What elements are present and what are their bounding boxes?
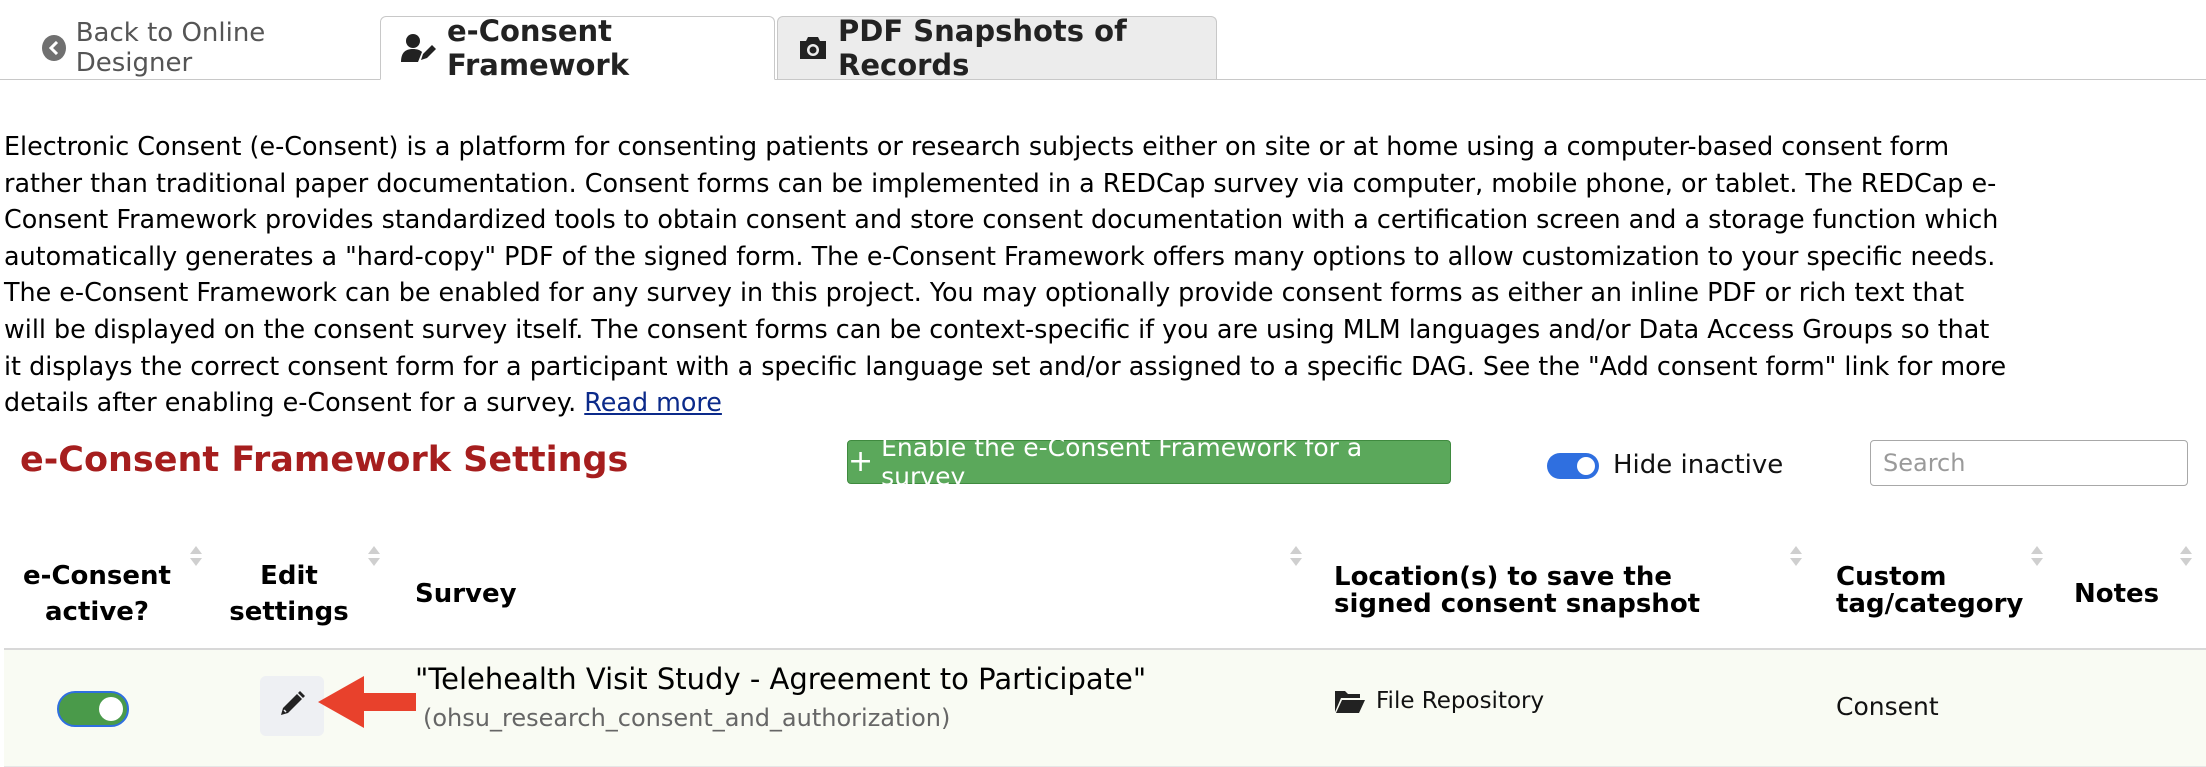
survey-title: "Telehealth Visit Study - Agreement to P… — [415, 662, 1147, 696]
edit-settings-button[interactable] — [260, 676, 324, 736]
pencil-icon — [278, 690, 306, 722]
col-header-survey[interactable]: Survey — [415, 576, 517, 612]
sort-icon[interactable] — [367, 544, 381, 570]
enable-econsent-button[interactable]: + Enable the e-Consent Framework for a s… — [847, 433, 1451, 491]
location-label: File Repository — [1376, 688, 1545, 714]
custom-tag: Consent — [1836, 692, 1939, 721]
toggle-knob — [1577, 457, 1595, 475]
sort-icon[interactable] — [2030, 544, 2044, 570]
plus-icon: + — [848, 444, 874, 479]
search-input[interactable] — [1870, 440, 2188, 486]
camera-icon — [798, 35, 828, 61]
col-header-edit[interactable]: Edit settings — [224, 558, 354, 630]
col-header-location[interactable]: Location(s) to save the signed consent s… — [1334, 564, 1754, 618]
tab-back-label: Back to Online Designer — [75, 17, 266, 78]
econsent-active-toggle[interactable] — [57, 691, 129, 727]
survey-variable-name: (ohsu_research_consent_and_authorization… — [423, 704, 951, 732]
description-text: Electronic Consent (e-Consent) is a plat… — [4, 131, 2007, 418]
table-row: "Telehealth Visit Study - Agreement to P… — [4, 650, 2206, 767]
enable-econsent-label: Enable the e-Consent Framework for a sur… — [881, 433, 1363, 491]
chevron-left-circle-icon — [42, 34, 66, 61]
col-header-active[interactable]: e-Consent active? — [22, 558, 172, 630]
settings-title: e-Consent Framework Settings — [20, 440, 629, 480]
col-header-notes[interactable]: Notes — [2074, 576, 2159, 612]
tab-econsent-label: e-Consent Framework — [447, 14, 630, 82]
sort-icon[interactable] — [2179, 544, 2193, 570]
sort-icon[interactable] — [1289, 544, 1303, 570]
folder-open-icon — [1334, 688, 1366, 714]
tab-back-to-online-designer[interactable]: Back to Online Designer — [42, 16, 362, 79]
table-header: e-Consent active? Edit settings Survey L… — [4, 530, 2206, 650]
red-arrow-annotation-icon — [318, 672, 418, 736]
tab-bar: Back to Online Designer e-Consent Framew… — [0, 14, 2206, 82]
hide-inactive-toggle[interactable] — [1547, 453, 1599, 479]
location-cell: File Repository — [1334, 688, 1544, 714]
sort-icon[interactable] — [189, 544, 203, 570]
tab-pdf-snapshots[interactable]: PDF Snapshots of Records — [777, 14, 1217, 82]
toggle-knob — [99, 697, 123, 721]
econsent-description: Electronic Consent (e-Consent) is a plat… — [4, 128, 2014, 421]
hide-inactive-label: Hide inactive — [1613, 450, 1784, 480]
sort-icon[interactable] — [1789, 544, 1803, 570]
col-header-tag[interactable]: Custom tag/category — [1836, 564, 2036, 618]
user-edit-icon — [401, 33, 437, 63]
read-more-link[interactable]: Read more — [584, 387, 722, 417]
tab-pdf-snapshots-label: PDF Snapshots of Records — [838, 14, 1127, 82]
tab-econsent-framework[interactable]: e-Consent Framework — [380, 14, 775, 82]
